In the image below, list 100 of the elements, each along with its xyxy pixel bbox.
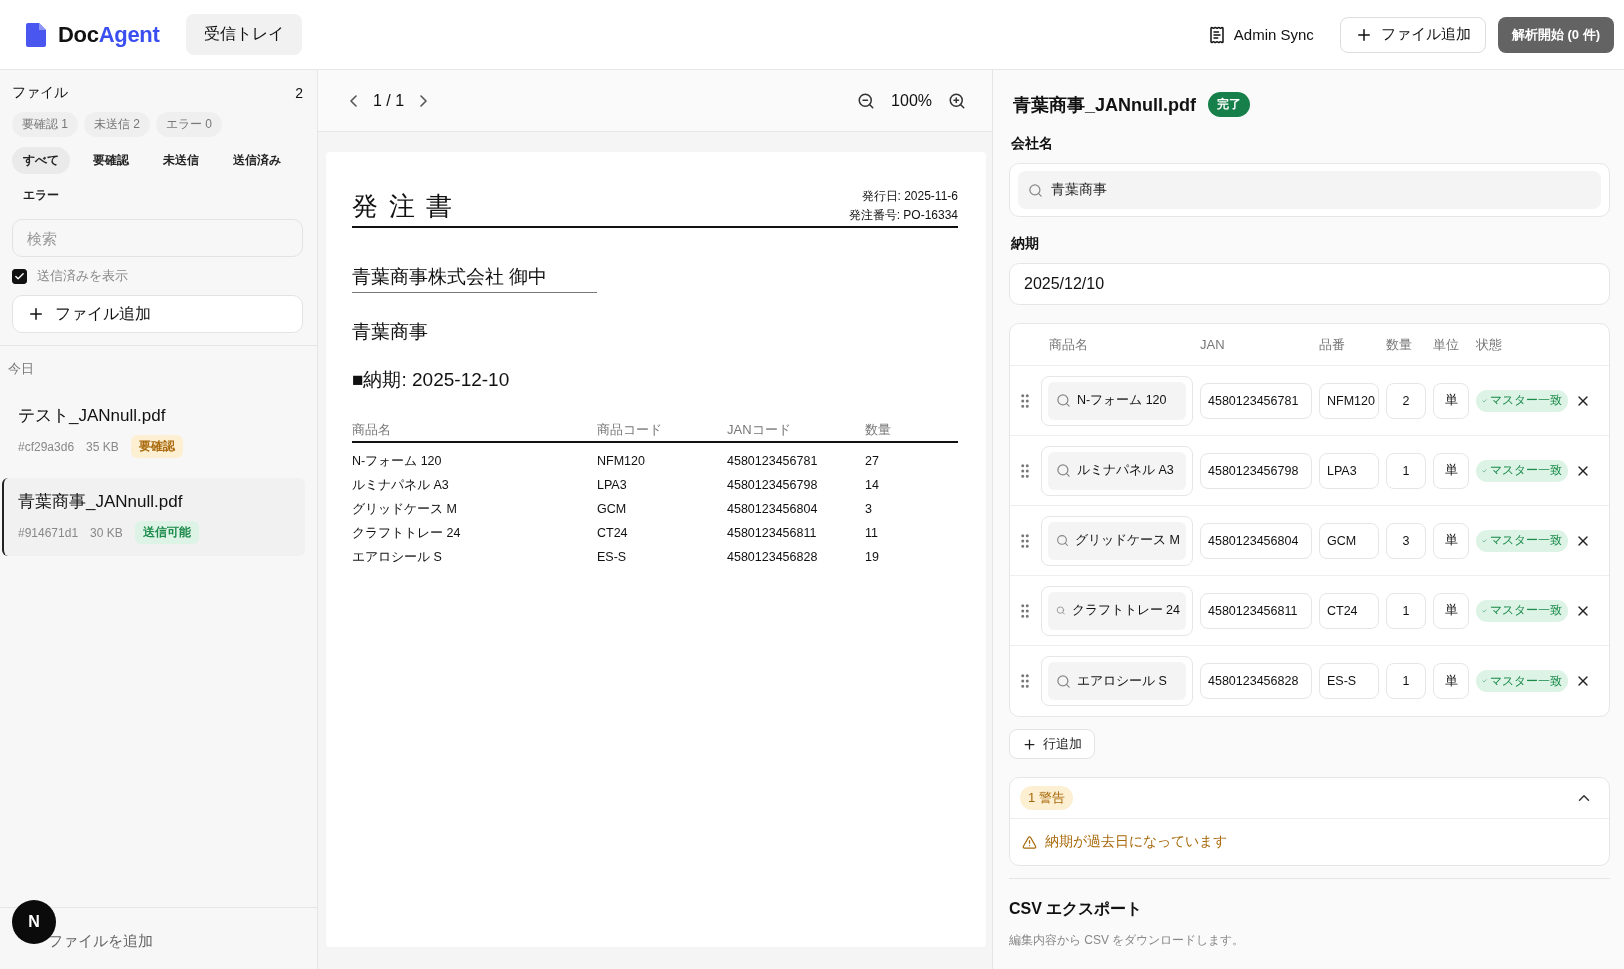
table-cell-text: 4580123456804: [727, 501, 819, 517]
warning-message: 納期が過去日になっています: [1045, 833, 1227, 851]
sync-button[interactable]: Admin Sync: [1193, 16, 1328, 53]
table-cell-text: クラフトトレー 24: [352, 525, 462, 541]
issue-date: 発行日: 2025-11-6: [861, 188, 958, 205]
date-field[interactable]: 2025/12/10: [1009, 263, 1610, 305]
table-cell-text: N-フォーム 120: [352, 453, 443, 469]
page-indicator: 1 / 1: [373, 91, 405, 110]
zoom-level: 100%: [891, 91, 932, 110]
column-header: JANコード: [727, 421, 865, 443]
company-field[interactable]: 青葉商事: [1018, 171, 1601, 209]
table-cell-text: GCM: [597, 501, 628, 517]
file-hash: #cf29a3d6: [18, 439, 75, 454]
field-label: 会社名: [1011, 135, 1054, 153]
code-field[interactable]: NFM120: [1319, 382, 1379, 419]
table-cell-text: 4580123456811: [727, 525, 818, 541]
jan-field[interactable]: 4580123456811: [1200, 592, 1312, 629]
addressee: 青葉商事株式会社 御中: [352, 264, 597, 293]
unit-field[interactable]: 単: [1433, 592, 1469, 629]
field-label: 納期: [1011, 235, 1040, 253]
table-cell-text: 4580123456828: [727, 549, 819, 565]
app-logo-text: DocAgent: [58, 21, 160, 48]
column-header: 数量: [865, 421, 958, 443]
product-name-field[interactable]: クラフトトレー 24: [1048, 591, 1186, 630]
unit-field[interactable]: 単: [1433, 663, 1469, 699]
column-header: JAN: [1200, 337, 1226, 352]
filter-tab[interactable]: 送信済み: [222, 147, 292, 174]
search-icon: [1056, 673, 1071, 689]
jan-field[interactable]: 4580123456804: [1200, 522, 1312, 559]
zoom-in-icon: [948, 91, 966, 110]
search-icon: [1028, 182, 1043, 198]
table-cell-text: CT24: [597, 525, 629, 541]
checkbox-label: 送信済みを表示: [37, 267, 128, 285]
section-description: 編集内容から CSV をダウンロードします。: [1009, 932, 1246, 949]
unit-field[interactable]: 単: [1433, 452, 1469, 489]
search-icon: [1056, 603, 1066, 618]
nav-tab[interactable]: 受信トレイ: [185, 14, 302, 55]
filter-tab[interactable]: エラー: [12, 182, 70, 209]
quantity-field[interactable]: 1: [1386, 592, 1426, 629]
column-header: 状態: [1476, 335, 1503, 354]
status-tag: 送信可能: [134, 521, 199, 544]
order-number: 発注番号: PO-16334: [848, 207, 958, 224]
table-cell-text: 3: [865, 501, 873, 517]
file-name: 青葉商事_JANnull.pdf: [18, 491, 184, 513]
quantity-field[interactable]: 2: [1386, 382, 1426, 419]
warning-badge: 1 警告: [1020, 786, 1073, 810]
add-row-button[interactable]: 行追加: [1009, 729, 1095, 759]
stat-chip: 未送信 2: [84, 112, 151, 137]
table-cell-text: LPA3: [597, 477, 628, 493]
code-field[interactable]: GCM: [1319, 522, 1379, 559]
match-status: マスター一致: [1476, 599, 1568, 622]
file-item[interactable]: テスト_JANnull.pdf #cf29a3d6 35 KB 要確認: [2, 392, 305, 470]
table-cell-text: グリッドケース M: [352, 501, 458, 517]
filter-tab[interactable]: 要確認: [82, 147, 140, 174]
add-file-button[interactable]: ファイル追加: [1339, 16, 1486, 53]
table-cell-text: ES-S: [597, 549, 628, 565]
unit-field[interactable]: 単: [1433, 522, 1469, 559]
table-cell-text: ルミナパネル A3: [352, 477, 450, 493]
product-name-field[interactable]: ルミナパネル A3: [1048, 451, 1186, 490]
table-cell-text: 4580123456781: [727, 453, 819, 469]
stat-chip: 要確認 1: [12, 112, 78, 137]
code-field[interactable]: ES-S: [1319, 663, 1379, 699]
file-title: 青葉商事_JANnull.pdf: [1013, 93, 1196, 117]
file-size: 35 KB: [86, 439, 119, 454]
previous-page-button[interactable]: [348, 92, 359, 109]
search-field[interactable]: 検索: [12, 219, 303, 257]
jan-field[interactable]: 4580123456781: [1200, 382, 1312, 419]
code-field[interactable]: CT24: [1319, 592, 1379, 629]
product-name-field[interactable]: N-フォーム 120: [1048, 381, 1186, 420]
unit-field[interactable]: 単: [1433, 382, 1469, 419]
receipt-icon: [1207, 25, 1226, 44]
table-cell-text: 19: [865, 549, 880, 565]
file-item[interactable]: 青葉商事_JANnull.pdf #914671d1 30 KB 送信可能: [2, 478, 305, 556]
jan-field[interactable]: 4580123456828: [1200, 663, 1312, 699]
jan-field[interactable]: 4580123456798: [1200, 452, 1312, 489]
match-status: マスター一致: [1476, 389, 1568, 412]
quantity-field[interactable]: 1: [1386, 663, 1426, 699]
chevron-right-icon: [420, 94, 428, 107]
product-name-field[interactable]: グリッドケース M: [1048, 521, 1186, 560]
user-avatar[interactable]: N: [12, 900, 56, 944]
warning-icon: [1022, 834, 1037, 850]
checkbox[interactable]: [12, 268, 27, 284]
column-header: 商品名: [352, 421, 597, 443]
product-name-field[interactable]: エアロシール S: [1048, 662, 1186, 700]
column-header: 品番: [1319, 335, 1346, 354]
quantity-field[interactable]: 1: [1386, 452, 1426, 489]
filter-tab[interactable]: 未送信: [152, 147, 210, 174]
filter-tab[interactable]: すべて: [12, 147, 70, 174]
logo-icon: [26, 22, 46, 47]
column-header: 商品名: [1048, 335, 1089, 354]
file-count: 2: [295, 85, 303, 101]
section-title: CSV エクスポート: [1009, 899, 1144, 919]
code-field[interactable]: LPA3: [1319, 452, 1379, 489]
next-page-button[interactable]: [418, 92, 430, 109]
search-icon: [1056, 533, 1070, 548]
table-cell-text: 11: [865, 525, 879, 541]
quantity-field[interactable]: 3: [1386, 522, 1426, 559]
stat-chip: エラー 0: [156, 112, 223, 137]
plus-icon: [27, 305, 45, 323]
add-file-button[interactable]: ファイル追加: [12, 295, 303, 333]
